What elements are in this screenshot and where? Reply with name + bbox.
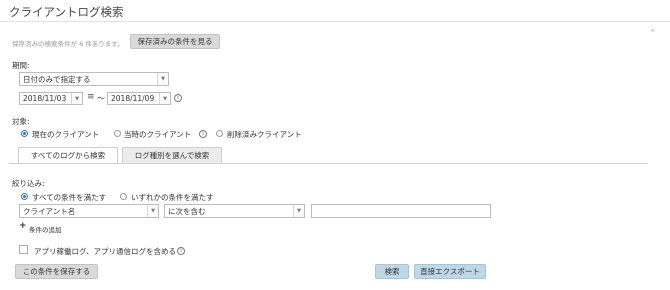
period-mode-value: 日付のみで指定する: [23, 74, 91, 84]
match-any-label: いずれかの条件を満たす: [131, 193, 214, 202]
filter-label: 絞り込み:: [12, 179, 45, 188]
end-date-select[interactable]: 2018/11/09 ▼: [107, 92, 171, 105]
target-radio-current[interactable]: [21, 130, 28, 137]
view-saved-conditions-button[interactable]: 保存済みの条件を見る: [130, 34, 220, 49]
target-radio-deleted[interactable]: [216, 130, 223, 137]
save-conditions-button[interactable]: この条件を保存する: [15, 264, 98, 279]
direct-export-button[interactable]: 直接エクスポート: [414, 264, 486, 279]
add-condition-link[interactable]: 条件の追加: [29, 224, 62, 234]
target-option-historical: 当時のクライアント: [124, 130, 192, 139]
search-button[interactable]: 検索: [375, 264, 409, 279]
info-icon[interactable]: i: [174, 94, 182, 102]
filter-operator-select[interactable]: に次を含む ▼: [164, 204, 305, 218]
chevron-down-icon: ▼: [293, 205, 304, 217]
equals-icon[interactable]: ≡: [87, 92, 95, 102]
target-option-deleted: 削除済みクライアント: [227, 130, 302, 139]
tab-by-log-type[interactable]: ログ種別を選んで検索: [122, 147, 222, 164]
filter-field-value: クライアント名: [23, 206, 76, 216]
chevron-down-icon: ▼: [71, 93, 82, 104]
include-app-logs-label: アプリ稼働ログ、アプリ通信ログを含める: [34, 247, 176, 256]
start-date-value: 2018/11/03: [23, 94, 67, 103]
plus-icon[interactable]: +: [19, 221, 27, 231]
page-title: クライアントログ検索: [9, 5, 124, 19]
target-radio-historical[interactable]: [114, 130, 121, 137]
range-tilde: 〜: [97, 94, 105, 103]
target-label: 対象:: [12, 117, 30, 126]
chevron-down-icon: ▼: [157, 73, 168, 85]
filter-field-select[interactable]: クライアント名 ▼: [19, 204, 159, 218]
match-all-radio[interactable]: [21, 193, 28, 200]
match-all-label: すべての条件を満たす: [32, 193, 107, 202]
filter-operator-value: に次を含む: [168, 206, 206, 216]
period-label: 期間:: [12, 61, 30, 70]
period-mode-select[interactable]: 日付のみで指定する ▼: [19, 72, 169, 86]
chevron-down-icon: ▼: [159, 93, 170, 104]
saved-conditions-note: 保存済みの検索条件が 6 件あります。: [12, 40, 124, 48]
include-app-logs-checkbox[interactable]: [19, 245, 28, 254]
filter-value-input[interactable]: [311, 204, 491, 218]
info-icon[interactable]: i: [199, 130, 207, 138]
match-any-radio[interactable]: [120, 193, 127, 200]
title-divider: [0, 21, 670, 22]
chevron-up-icon[interactable]: ⌃: [649, 29, 657, 39]
info-icon[interactable]: i: [177, 247, 185, 255]
end-date-value: 2018/11/09: [111, 94, 155, 103]
chevron-down-icon: ▼: [147, 205, 158, 217]
start-date-select[interactable]: 2018/11/03 ▼: [19, 92, 83, 105]
target-option-current: 現在のクライアント: [32, 130, 100, 139]
tab-all-logs[interactable]: すべてのログから検索: [18, 147, 118, 164]
tab-divider: [9, 163, 648, 164]
